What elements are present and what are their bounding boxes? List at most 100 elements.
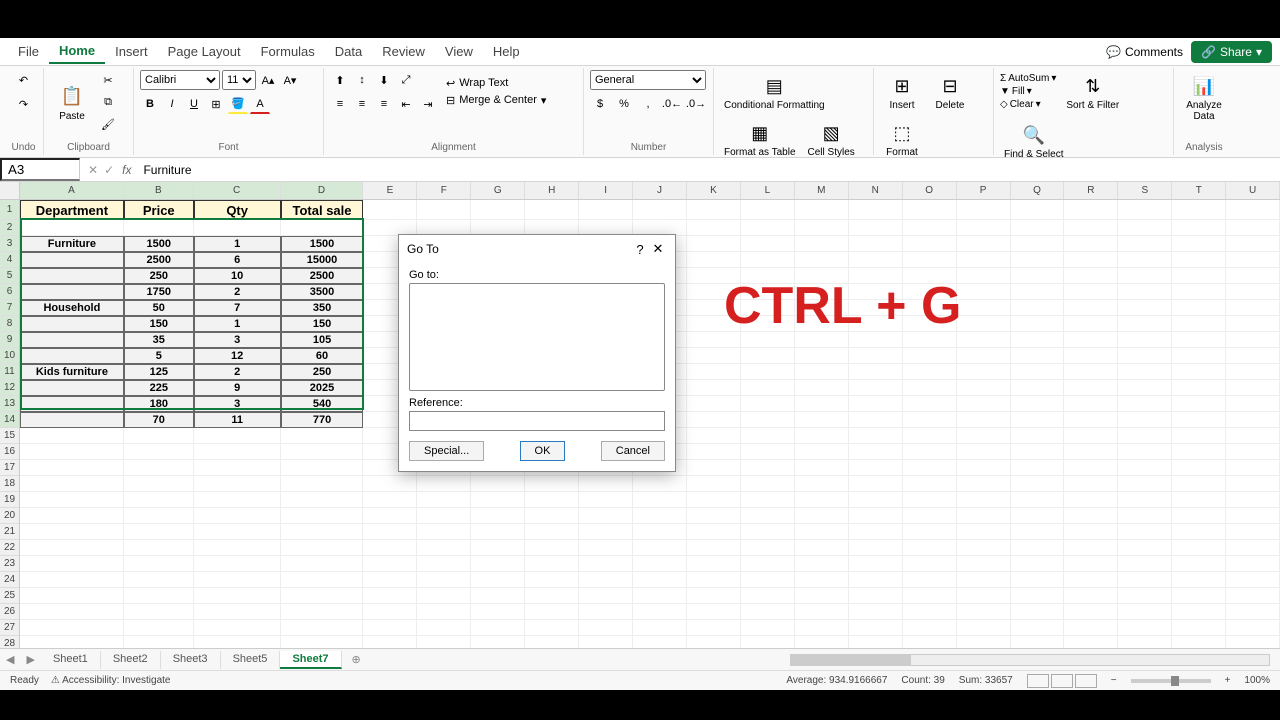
clear-button[interactable]: ◇Clear▾ bbox=[1000, 99, 1056, 110]
cell[interactable] bbox=[795, 524, 849, 540]
cell[interactable] bbox=[1064, 268, 1118, 284]
col-header[interactable]: B bbox=[124, 182, 194, 199]
cell[interactable] bbox=[579, 604, 633, 620]
cell[interactable]: 150 bbox=[124, 316, 194, 332]
dialog-close-button[interactable]: ✕ bbox=[649, 241, 667, 257]
row-header[interactable]: 6 bbox=[0, 284, 19, 300]
cell[interactable] bbox=[687, 200, 741, 220]
border-button[interactable]: ⊞ bbox=[206, 94, 226, 114]
cell[interactable] bbox=[957, 460, 1011, 476]
cell[interactable] bbox=[363, 636, 417, 648]
cell[interactable] bbox=[1118, 300, 1172, 316]
cell[interactable] bbox=[417, 604, 471, 620]
redo-button[interactable]: ↷ bbox=[14, 94, 34, 114]
cell[interactable] bbox=[849, 348, 903, 364]
cell[interactable] bbox=[849, 540, 903, 556]
cell[interactable]: 770 bbox=[281, 412, 364, 428]
cell[interactable] bbox=[20, 220, 124, 236]
cell[interactable] bbox=[687, 252, 741, 268]
cell[interactable] bbox=[20, 636, 124, 648]
dialog-help-button[interactable]: ? bbox=[631, 242, 649, 257]
zoom-level[interactable]: 100% bbox=[1244, 675, 1270, 686]
cell[interactable] bbox=[471, 556, 525, 572]
row-header[interactable]: 23 bbox=[0, 556, 19, 572]
cell[interactable] bbox=[1011, 332, 1065, 348]
cell[interactable] bbox=[363, 508, 417, 524]
enter-formula-icon[interactable]: ✓ bbox=[104, 163, 114, 177]
view-page-layout-button[interactable] bbox=[1051, 674, 1073, 688]
cell[interactable] bbox=[903, 540, 957, 556]
cell[interactable] bbox=[903, 524, 957, 540]
cell[interactable] bbox=[1172, 588, 1226, 604]
col-header[interactable]: F bbox=[417, 182, 471, 199]
cell[interactable] bbox=[417, 508, 471, 524]
cell[interactable] bbox=[1064, 524, 1118, 540]
cell[interactable] bbox=[795, 636, 849, 648]
cell[interactable] bbox=[363, 492, 417, 508]
row-header[interactable]: 22 bbox=[0, 540, 19, 556]
row-header[interactable]: 12 bbox=[0, 380, 19, 396]
cell[interactable] bbox=[1064, 380, 1118, 396]
cell[interactable] bbox=[471, 620, 525, 636]
col-header[interactable]: R bbox=[1064, 182, 1118, 199]
cell[interactable] bbox=[795, 460, 849, 476]
cell[interactable] bbox=[741, 444, 795, 460]
cell[interactable] bbox=[1172, 300, 1226, 316]
paste-button[interactable]: 📋 Paste bbox=[50, 81, 94, 124]
cell[interactable]: 1500 bbox=[124, 236, 194, 252]
cell[interactable] bbox=[1011, 348, 1065, 364]
cell[interactable] bbox=[20, 396, 124, 412]
currency-button[interactable]: $ bbox=[590, 94, 610, 114]
cell[interactable] bbox=[1226, 252, 1280, 268]
cell[interactable] bbox=[124, 444, 194, 460]
cell[interactable] bbox=[1226, 284, 1280, 300]
cell[interactable] bbox=[124, 604, 194, 620]
cell[interactable] bbox=[363, 524, 417, 540]
cell[interactable] bbox=[194, 444, 281, 460]
cell[interactable]: 50 bbox=[124, 300, 194, 316]
cell[interactable] bbox=[1011, 620, 1065, 636]
cell[interactable] bbox=[417, 200, 471, 220]
cell[interactable] bbox=[1064, 412, 1118, 428]
cell[interactable] bbox=[849, 492, 903, 508]
cell[interactable] bbox=[903, 412, 957, 428]
cell[interactable] bbox=[903, 572, 957, 588]
cell[interactable] bbox=[525, 492, 579, 508]
col-header[interactable]: I bbox=[579, 182, 633, 199]
cell[interactable] bbox=[1118, 524, 1172, 540]
cell[interactable] bbox=[957, 252, 1011, 268]
cell[interactable] bbox=[903, 460, 957, 476]
cell[interactable] bbox=[124, 492, 194, 508]
cell[interactable] bbox=[1011, 412, 1065, 428]
cell[interactable] bbox=[1011, 252, 1065, 268]
cell[interactable]: Household bbox=[20, 300, 124, 316]
cell[interactable] bbox=[124, 620, 194, 636]
percent-button[interactable]: % bbox=[614, 94, 634, 114]
cell[interactable] bbox=[741, 556, 795, 572]
cell[interactable] bbox=[579, 620, 633, 636]
cell[interactable] bbox=[903, 396, 957, 412]
cell[interactable] bbox=[795, 508, 849, 524]
cell[interactable] bbox=[1226, 396, 1280, 412]
cell[interactable] bbox=[1118, 316, 1172, 332]
cell[interactable] bbox=[1172, 444, 1226, 460]
cell[interactable] bbox=[1064, 332, 1118, 348]
cell[interactable] bbox=[1011, 540, 1065, 556]
cell[interactable] bbox=[795, 492, 849, 508]
cell[interactable] bbox=[903, 428, 957, 444]
cell[interactable] bbox=[849, 252, 903, 268]
cell[interactable] bbox=[849, 396, 903, 412]
cell[interactable]: 5 bbox=[124, 348, 194, 364]
cell[interactable] bbox=[1172, 428, 1226, 444]
cell[interactable] bbox=[281, 588, 364, 604]
cell[interactable] bbox=[903, 604, 957, 620]
align-top-button[interactable]: ⬆ bbox=[330, 70, 350, 90]
cell[interactable] bbox=[741, 236, 795, 252]
cell[interactable] bbox=[849, 380, 903, 396]
cell[interactable] bbox=[194, 620, 281, 636]
row-header[interactable]: 21 bbox=[0, 524, 19, 540]
increase-font-button[interactable]: A▴ bbox=[258, 70, 278, 90]
cell[interactable] bbox=[1064, 540, 1118, 556]
cell[interactable] bbox=[20, 540, 124, 556]
sort-filter-button[interactable]: ⇅Sort & Filter bbox=[1062, 70, 1123, 113]
